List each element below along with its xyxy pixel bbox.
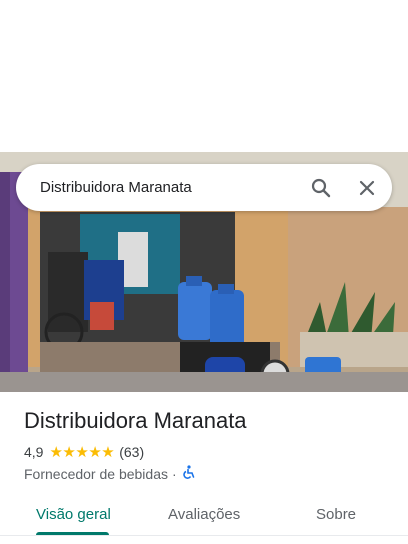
star-icon: ★ (75, 443, 89, 461)
tab-bar: Visão geral Avaliações Sobre (0, 494, 408, 538)
tab-about[interactable]: Sobre (316, 494, 356, 534)
star-icon: ★ (88, 443, 102, 461)
place-title: Distribuidora Maranata (24, 408, 247, 433)
star-icon: ★ (49, 443, 63, 461)
search-icon[interactable] (306, 173, 336, 203)
star-icon: ★ (101, 443, 115, 461)
category-label[interactable]: Fornecedor de bebidas (24, 466, 168, 482)
search-bar[interactable]: Distribuidora Maranata (16, 164, 392, 211)
close-icon[interactable] (352, 173, 382, 203)
rating-row[interactable]: 4,9 ★ ★ ★ ★ ★ (63) (24, 444, 144, 460)
tab-reviews[interactable]: Avaliações (168, 494, 240, 534)
star-rating: ★ ★ ★ ★ ★ (49, 445, 114, 460)
wheelchair-icon (181, 465, 195, 482)
star-icon: ★ (62, 443, 76, 461)
review-count[interactable]: (63) (119, 444, 144, 460)
category-row: Fornecedor de bebidas · (24, 465, 195, 482)
separator: · (172, 465, 177, 482)
search-input[interactable]: Distribuidora Maranata (40, 179, 290, 196)
tabs-divider (0, 535, 408, 536)
tab-overview[interactable]: Visão geral (36, 494, 111, 534)
rating-value: 4,9 (24, 444, 44, 460)
